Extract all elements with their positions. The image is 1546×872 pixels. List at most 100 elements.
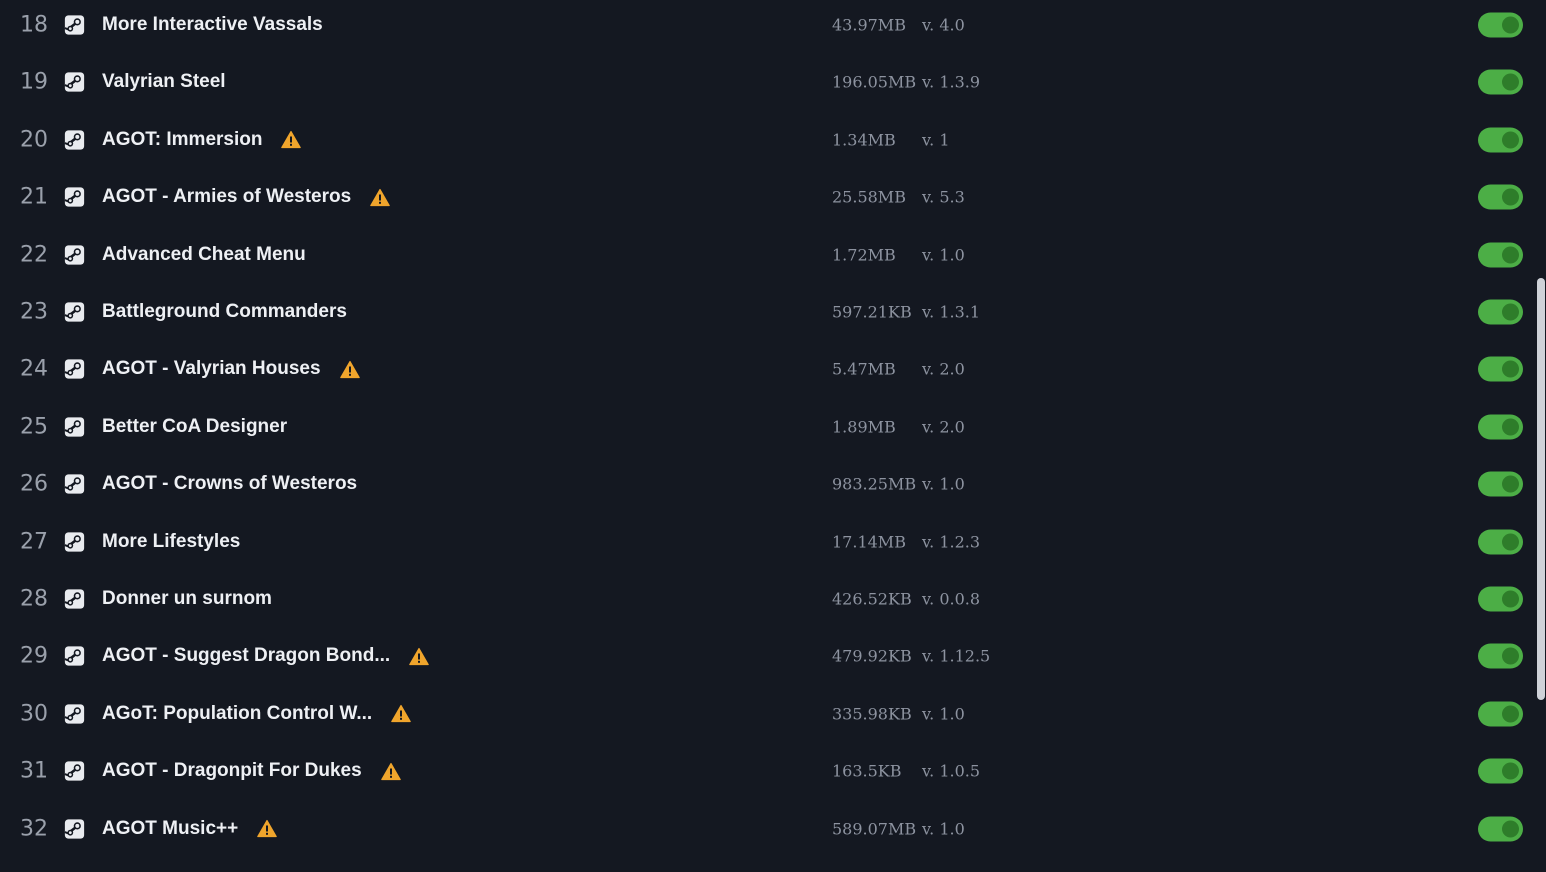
mod-name[interactable]: AGOT Music++	[102, 818, 238, 840]
mod-name-wrap: AGOT - Dragonpit For Dukes	[102, 760, 401, 782]
mod-enable-toggle[interactable]	[1478, 184, 1523, 210]
mod-version: v. 1.12.5	[922, 646, 991, 666]
steam-icon	[64, 589, 85, 609]
steam-icon	[64, 474, 85, 494]
mod-size: 1.34MB	[832, 130, 896, 150]
steam-icon	[64, 646, 85, 667]
mod-name[interactable]: AGOT - Dragonpit For Dukes	[102, 760, 362, 782]
toggle-knob	[1502, 246, 1519, 264]
mod-name-wrap: Valyrian Steel	[102, 71, 226, 93]
mod-name[interactable]: More Interactive Vassals	[102, 14, 323, 36]
warning-icon[interactable]	[281, 130, 302, 149]
mod-name[interactable]: AGOT: Immersion	[102, 129, 262, 151]
mod-size: 43.97MB	[832, 15, 906, 35]
mod-row: 22 Advanced Cheat Menu 1.72MB v. 1.0	[0, 226, 1536, 284]
mod-index: 32	[20, 816, 48, 842]
mod-enable-toggle[interactable]	[1478, 529, 1523, 555]
scrollbar[interactable]	[1536, 0, 1546, 872]
mod-name-wrap: AGOT: Immersion	[102, 129, 302, 151]
warning-icon[interactable]	[391, 704, 411, 723]
mod-row: 19 Valyrian Steel 196.05MB v. 1.3.9	[0, 54, 1536, 112]
mod-name[interactable]: Valyrian Steel	[102, 71, 226, 93]
mod-name[interactable]: AGOT - Crowns of Westeros	[102, 473, 357, 495]
mod-index: 25	[20, 414, 48, 440]
mod-row: 25 Better CoA Designer 1.89MB v. 2.0	[0, 398, 1536, 456]
mod-name-wrap: AGOT - Suggest Dragon Bond...	[102, 645, 429, 667]
mod-list: 18 More Interactive Vassals 43.97MB v. 4…	[0, 0, 1536, 872]
mod-enable-toggle[interactable]	[1478, 414, 1523, 440]
mod-enable-toggle[interactable]	[1478, 758, 1523, 784]
toggle-knob	[1502, 705, 1519, 723]
steam-icon	[64, 187, 85, 207]
mod-name-wrap: Better CoA Designer	[102, 416, 287, 438]
mod-version: v. 0.0.8	[922, 589, 981, 609]
mod-size: 196.05MB	[832, 72, 917, 92]
toggle-knob	[1502, 533, 1519, 551]
steam-icon	[64, 244, 85, 265]
mod-name-wrap: Advanced Cheat Menu	[102, 244, 306, 266]
mod-row: 29 AGOT - Suggest Dragon Bond... 479.92K…	[0, 628, 1536, 686]
mod-enable-toggle[interactable]	[1478, 356, 1523, 382]
mod-row: 26 AGOT - Crowns of Westeros 983.25MB v.…	[0, 455, 1536, 513]
mod-name[interactable]: More Lifestyles	[102, 531, 240, 553]
mod-name[interactable]: AGOT - Valyrian Houses	[102, 358, 321, 380]
mod-name-wrap: AGOT Music++	[102, 818, 278, 840]
mod-name-wrap: More Lifestyles	[102, 531, 240, 553]
mod-version: v. 1.2.3	[922, 532, 981, 552]
toggle-knob	[1502, 820, 1519, 838]
mod-row: 21 AGOT - Armies of Westeros 25.58MB v. …	[0, 168, 1536, 226]
scrollbar-thumb[interactable]	[1537, 278, 1545, 700]
mod-index: 23	[20, 299, 48, 325]
mod-version: v. 2.0	[922, 359, 965, 379]
mod-enable-toggle[interactable]	[1478, 816, 1523, 842]
mod-index: 22	[20, 242, 48, 268]
mod-name[interactable]: AGOT - Armies of Westeros	[102, 186, 351, 208]
mod-enable-toggle[interactable]	[1478, 69, 1523, 95]
mod-version: v. 1.0	[922, 474, 965, 494]
mod-index: 31	[20, 758, 48, 784]
mod-index: 19	[20, 69, 48, 95]
toggle-knob	[1502, 303, 1519, 321]
toggle-knob	[1502, 418, 1519, 436]
warning-icon[interactable]	[370, 188, 390, 207]
mod-enable-toggle[interactable]	[1478, 586, 1523, 612]
mod-name[interactable]: AGoT: Population Control W...	[102, 703, 372, 725]
mod-enable-toggle[interactable]	[1478, 242, 1523, 268]
mod-name[interactable]: Advanced Cheat Menu	[102, 244, 306, 266]
mod-index: 28	[20, 586, 48, 612]
mod-name-wrap: Donner un surnom	[102, 588, 272, 610]
mod-size: 5.47MB	[832, 359, 896, 379]
mod-version: v. 5.3	[922, 187, 965, 207]
warning-icon[interactable]	[409, 647, 429, 666]
mod-index: 18	[20, 12, 48, 38]
warning-icon[interactable]	[339, 360, 360, 379]
warning-icon[interactable]	[380, 762, 401, 781]
mod-version: v. 2.0	[922, 417, 965, 437]
mod-enable-toggle[interactable]	[1478, 127, 1523, 153]
steam-icon	[64, 704, 85, 724]
toggle-knob	[1502, 73, 1519, 91]
mod-name[interactable]: Donner un surnom	[102, 588, 272, 610]
mod-index: 30	[20, 701, 48, 727]
mod-enable-toggle[interactable]	[1478, 701, 1523, 727]
toggle-knob	[1502, 762, 1519, 780]
mod-enable-toggle[interactable]	[1478, 643, 1523, 669]
mod-size: 25.58MB	[832, 187, 906, 207]
steam-icon	[64, 15, 85, 35]
mod-size: 17.14MB	[832, 532, 906, 552]
toggle-knob	[1502, 360, 1519, 378]
mod-enable-toggle[interactable]	[1478, 299, 1523, 325]
mod-enable-toggle[interactable]	[1478, 471, 1523, 497]
mod-index: 21	[20, 184, 48, 210]
mod-version: v. 1.3.1	[922, 302, 981, 322]
warning-icon[interactable]	[257, 819, 278, 838]
mod-row: 28 Donner un surnom 426.52KB v. 0.0.8	[0, 570, 1536, 628]
steam-icon	[64, 761, 85, 781]
mod-version: v. 1	[922, 130, 950, 150]
mod-enable-toggle[interactable]	[1478, 12, 1523, 38]
mod-row: 31 AGOT - Dragonpit For Dukes 163.5KB v.…	[0, 742, 1536, 800]
mod-name[interactable]: AGOT - Suggest Dragon Bond...	[102, 645, 390, 667]
mod-name[interactable]: Battleground Commanders	[102, 301, 347, 323]
mod-row: 18 More Interactive Vassals 43.97MB v. 4…	[0, 0, 1536, 54]
mod-name[interactable]: Better CoA Designer	[102, 416, 287, 438]
